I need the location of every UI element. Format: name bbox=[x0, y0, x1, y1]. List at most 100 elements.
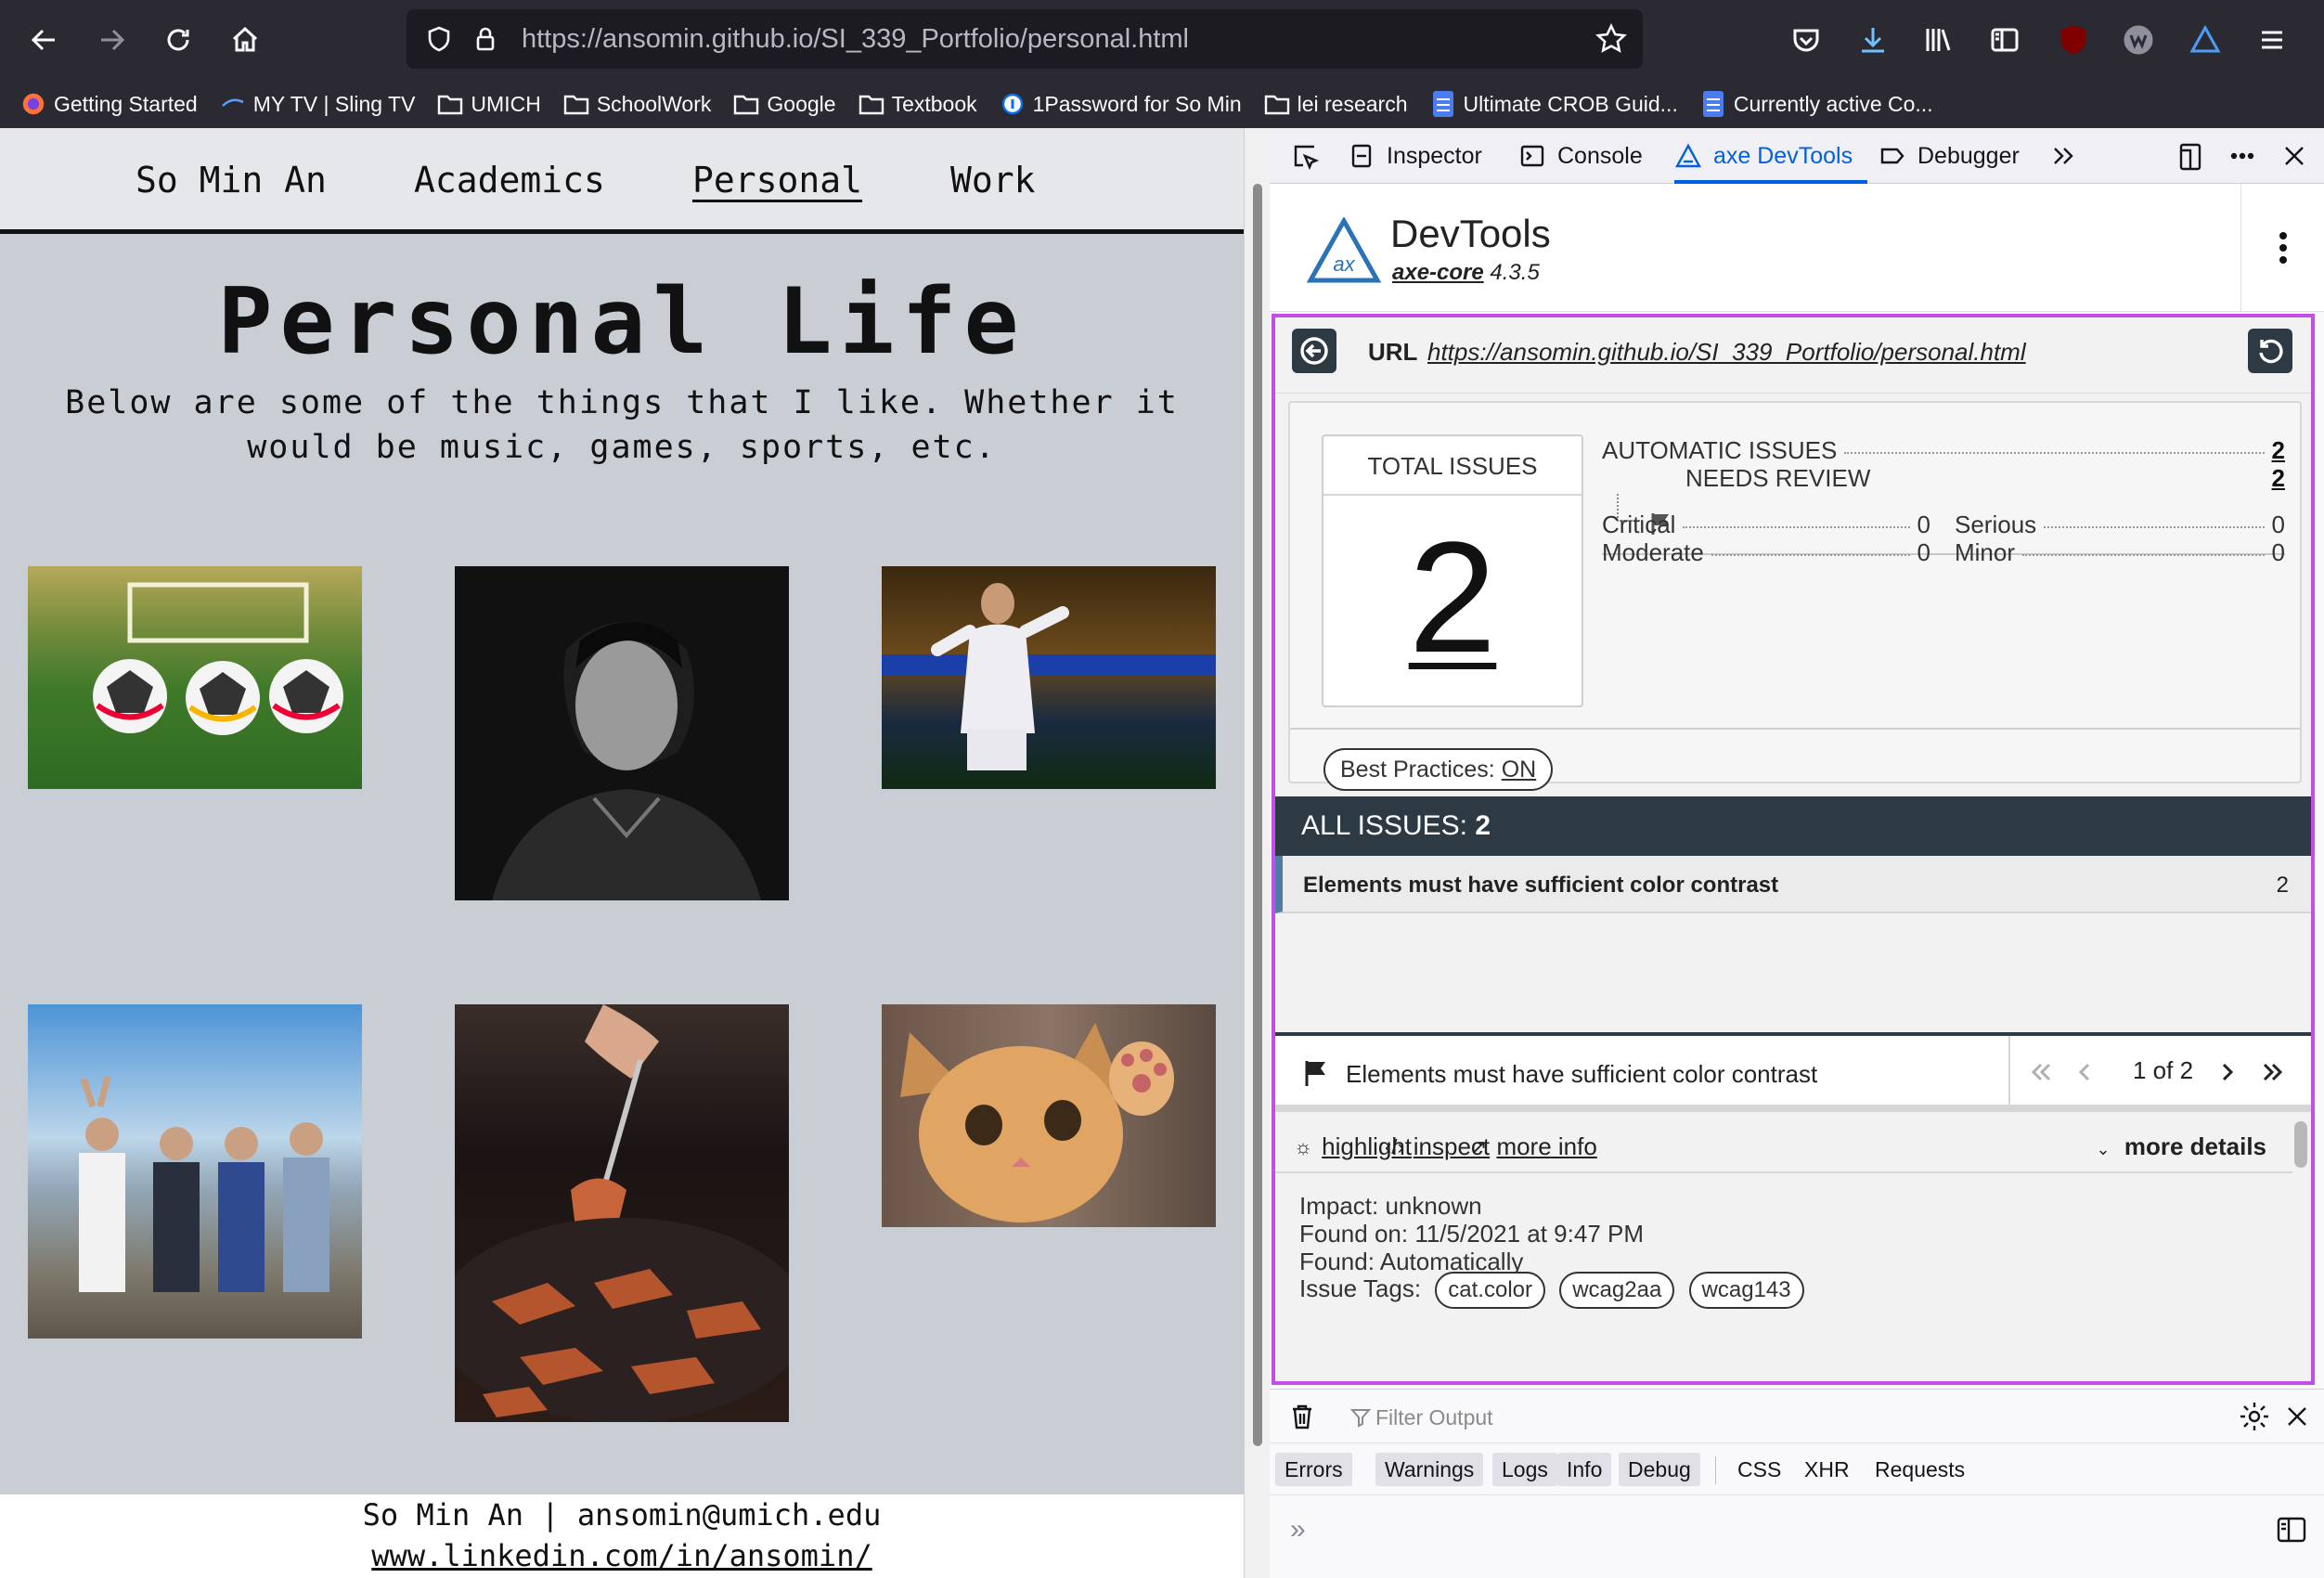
more-tabs-chevron-icon[interactable] bbox=[2047, 139, 2081, 173]
bookmark-item[interactable]: SchoolWork bbox=[563, 92, 711, 117]
filter-css-button[interactable]: CSS bbox=[1728, 1453, 1790, 1486]
back-arrow-icon[interactable] bbox=[19, 14, 71, 66]
tab-debugger[interactable]: Debugger bbox=[1879, 128, 2020, 184]
detail-scrollbar[interactable] bbox=[2294, 1121, 2307, 1168]
axe-menu-button[interactable] bbox=[2240, 184, 2324, 312]
filter-separator bbox=[1715, 1456, 1716, 1484]
filter-debug-button[interactable]: Debug bbox=[1619, 1453, 1700, 1486]
reload-icon[interactable] bbox=[152, 14, 204, 66]
page-description: Below are some of the things that I like… bbox=[65, 384, 1179, 466]
forward-arrow-icon[interactable] bbox=[85, 14, 137, 66]
address-bar[interactable]: https://ansomin.github.io/SI_339_Portfol… bbox=[407, 9, 1643, 69]
automatic-issues-count[interactable]: 2 bbox=[2272, 436, 2285, 465]
ublock-origin-icon[interactable] bbox=[2047, 14, 2099, 66]
lock-icon[interactable] bbox=[471, 25, 499, 53]
devtools-options-icon[interactable] bbox=[2226, 139, 2259, 173]
issue-tags-row: Issue Tags: cat.color wcag2aa wcag143 bbox=[1299, 1272, 1804, 1309]
devtools-panel: Inspector Console axe DevTools Debugger bbox=[1270, 128, 2324, 1578]
tab-inspector-label: Inspector bbox=[1387, 142, 1482, 169]
found-on-text: Found on: 11/5/2021 at 9:47 PM bbox=[1299, 1220, 1645, 1248]
bookmark-item[interactable]: Textbook bbox=[859, 92, 977, 117]
bookmark-item[interactable]: Getting Started bbox=[20, 92, 198, 117]
home-icon[interactable] bbox=[219, 14, 271, 66]
nav-link-work[interactable]: Work bbox=[950, 160, 1036, 200]
best-practices-label: Best Practices: bbox=[1340, 757, 1495, 783]
bookmark-item[interactable]: Currently active Co... bbox=[1700, 91, 1933, 117]
sidebar-toggle-icon[interactable] bbox=[1979, 14, 2031, 66]
photo-kitten bbox=[882, 1004, 1216, 1227]
nav-link-personal[interactable]: Personal bbox=[692, 160, 862, 200]
axe-extension-icon[interactable] bbox=[2179, 14, 2231, 66]
needs-review-row: NEEDS REVIEW 2 bbox=[1685, 464, 2285, 493]
console-level-filters: Errors Warnings Logs Info Debug CSS XHR … bbox=[1270, 1443, 2324, 1495]
bookmark-item[interactable]: lei research bbox=[1264, 92, 1408, 117]
web-page: So Min An Academics Personal Work Person… bbox=[0, 128, 1244, 1578]
axe-core-link[interactable]: axe-core bbox=[1392, 260, 1484, 285]
trash-icon[interactable] bbox=[1286, 1401, 1318, 1432]
tab-axe-devtools-label: axe DevTools bbox=[1713, 142, 1853, 169]
bookmark-item[interactable]: 1Password for So Min bbox=[1000, 92, 1242, 117]
page-scrollbar[interactable] bbox=[1244, 128, 1270, 1578]
tab-console[interactable]: Console bbox=[1518, 128, 1643, 184]
responsive-design-icon[interactable] bbox=[2174, 139, 2207, 173]
nav-link-home[interactable]: So Min An bbox=[136, 160, 327, 200]
site-footer: So Min An | ansomin@umich.edu www.linked… bbox=[0, 1494, 1244, 1578]
minor-label: Minor bbox=[1955, 538, 2016, 566]
scanned-url-link[interactable]: https://ansomin.github.io/SI_339_Portfol… bbox=[1427, 338, 2026, 367]
gear-icon[interactable] bbox=[2237, 1399, 2272, 1434]
filter-errors-button[interactable]: Errors bbox=[1275, 1453, 1352, 1486]
chevron-down-icon: ⌄ bbox=[2096, 1140, 2111, 1158]
close-icon[interactable] bbox=[2281, 1401, 2313, 1432]
last-page-icon[interactable] bbox=[2255, 1054, 2289, 1090]
critical-row: Critical 0 bbox=[1602, 511, 1930, 539]
best-practices-toggle[interactable]: Best Practices: ON bbox=[1323, 748, 1554, 791]
next-page-icon[interactable] bbox=[2211, 1054, 2244, 1090]
needs-review-count[interactable]: 2 bbox=[2272, 464, 2285, 493]
footer-linkedin-link[interactable]: www.linkedin.com/in/ansomin/ bbox=[0, 1535, 1244, 1576]
site-nav: So Min An Academics Personal Work bbox=[0, 128, 1244, 234]
bookmark-item[interactable]: UMICH bbox=[437, 92, 541, 117]
folder-icon bbox=[733, 92, 759, 116]
bookmark-item[interactable]: Google bbox=[733, 92, 836, 117]
wave-extension-icon[interactable] bbox=[2112, 14, 2164, 66]
nav-link-academics[interactable]: Academics bbox=[414, 160, 605, 200]
rescan-button[interactable] bbox=[2248, 329, 2292, 373]
url-text[interactable]: https://ansomin.github.io/SI_339_Portfol… bbox=[522, 24, 1189, 55]
hamburger-menu-icon[interactable] bbox=[2246, 14, 2298, 66]
serious-label: Serious bbox=[1955, 511, 2037, 538]
page-title: Personal Life bbox=[217, 269, 1026, 375]
issue-list-item[interactable]: Elements must have sufficient color cont… bbox=[1275, 856, 2311, 913]
doc-icon bbox=[1430, 91, 1456, 117]
first-page-icon[interactable] bbox=[2025, 1054, 2059, 1090]
pager-text: 1 of 2 bbox=[2133, 1056, 2194, 1084]
filter-info-button[interactable]: Info bbox=[1557, 1453, 1612, 1486]
filter-xhr-button[interactable]: XHR bbox=[1795, 1453, 1859, 1486]
console-prompt-chevron-icon[interactable]: » bbox=[1290, 1514, 1306, 1546]
more-info-link[interactable]: ↗ more info bbox=[1470, 1132, 1597, 1161]
page-scrollbar-thumb[interactable] bbox=[1253, 184, 1262, 1446]
library-icon[interactable] bbox=[1912, 14, 1964, 66]
footer-contact: So Min An | ansomin@umich.edu bbox=[362, 1497, 882, 1533]
issue-tag: wcag2aa bbox=[1559, 1272, 1675, 1309]
previous-page-icon[interactable] bbox=[2068, 1054, 2101, 1090]
tab-axe-devtools[interactable]: axe DevTools bbox=[1674, 128, 1853, 184]
pocket-icon[interactable] bbox=[1780, 14, 1832, 66]
flag-icon bbox=[1305, 1061, 1325, 1086]
shield-icon[interactable] bbox=[425, 25, 453, 53]
more-details-toggle[interactable]: ⌄ more details bbox=[2097, 1132, 2267, 1161]
total-issues-count[interactable]: 2 bbox=[1323, 505, 1582, 691]
devtools-close-icon[interactable] bbox=[2278, 139, 2311, 173]
bookmark-star-icon[interactable] bbox=[1595, 22, 1628, 56]
filter-logs-button[interactable]: Logs bbox=[1492, 1453, 1557, 1486]
filter-requests-button[interactable]: Requests bbox=[1866, 1453, 1974, 1486]
download-icon[interactable] bbox=[1847, 14, 1899, 66]
split-editor-icon[interactable] bbox=[2276, 1516, 2307, 1544]
element-picker-icon[interactable] bbox=[1288, 139, 1322, 173]
bookmark-item[interactable]: MY TV | Sling TV bbox=[220, 92, 415, 117]
back-button[interactable] bbox=[1292, 329, 1336, 373]
bookmark-item[interactable]: Ultimate CROB Guid... bbox=[1430, 91, 1678, 117]
tab-debugger-label: Debugger bbox=[1917, 142, 2020, 169]
filter-output-input[interactable] bbox=[1375, 1403, 2118, 1432]
filter-warnings-button[interactable]: Warnings bbox=[1375, 1453, 1484, 1486]
tab-inspector[interactable]: Inspector bbox=[1348, 128, 1482, 184]
